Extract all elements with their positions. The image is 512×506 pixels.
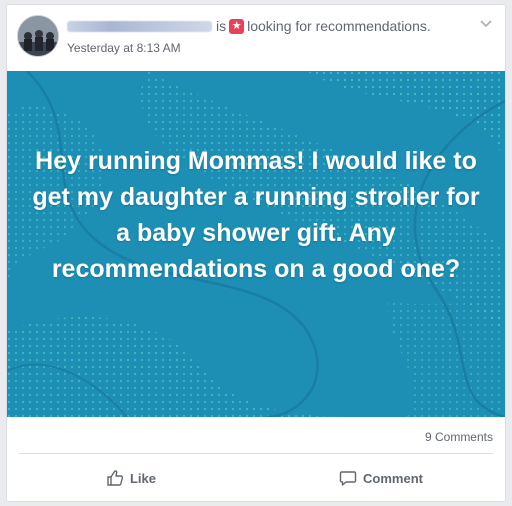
action-text: looking for recommendations. bbox=[247, 18, 431, 34]
author-name-redacted[interactable] bbox=[67, 20, 212, 32]
post-card: is ★ looking for recommendations. Yester… bbox=[6, 4, 506, 502]
post-header: is ★ looking for recommendations. bbox=[67, 18, 431, 34]
avatar-photo bbox=[18, 16, 58, 56]
comment-label: Comment bbox=[363, 470, 423, 486]
like-button[interactable]: Like bbox=[13, 463, 249, 493]
comments-count-link[interactable]: 9 Comments bbox=[425, 430, 493, 444]
thumbs-up-icon bbox=[106, 469, 124, 487]
comment-button[interactable]: Comment bbox=[263, 463, 499, 493]
avatar[interactable] bbox=[17, 15, 59, 57]
action-divider bbox=[19, 453, 493, 454]
post-body-text: Hey running Mommas! I would like to get … bbox=[32, 147, 480, 283]
post-background-banner: Hey running Mommas! I would like to get … bbox=[7, 71, 505, 417]
action-prefix: is bbox=[216, 18, 227, 34]
star-badge-icon: ★ bbox=[229, 18, 245, 34]
comment-bubble-icon bbox=[339, 469, 357, 487]
chevron-down-icon[interactable] bbox=[479, 17, 493, 31]
like-label: Like bbox=[129, 470, 156, 486]
post-timestamp[interactable]: Yesterday at 8:13 AM bbox=[67, 41, 181, 55]
